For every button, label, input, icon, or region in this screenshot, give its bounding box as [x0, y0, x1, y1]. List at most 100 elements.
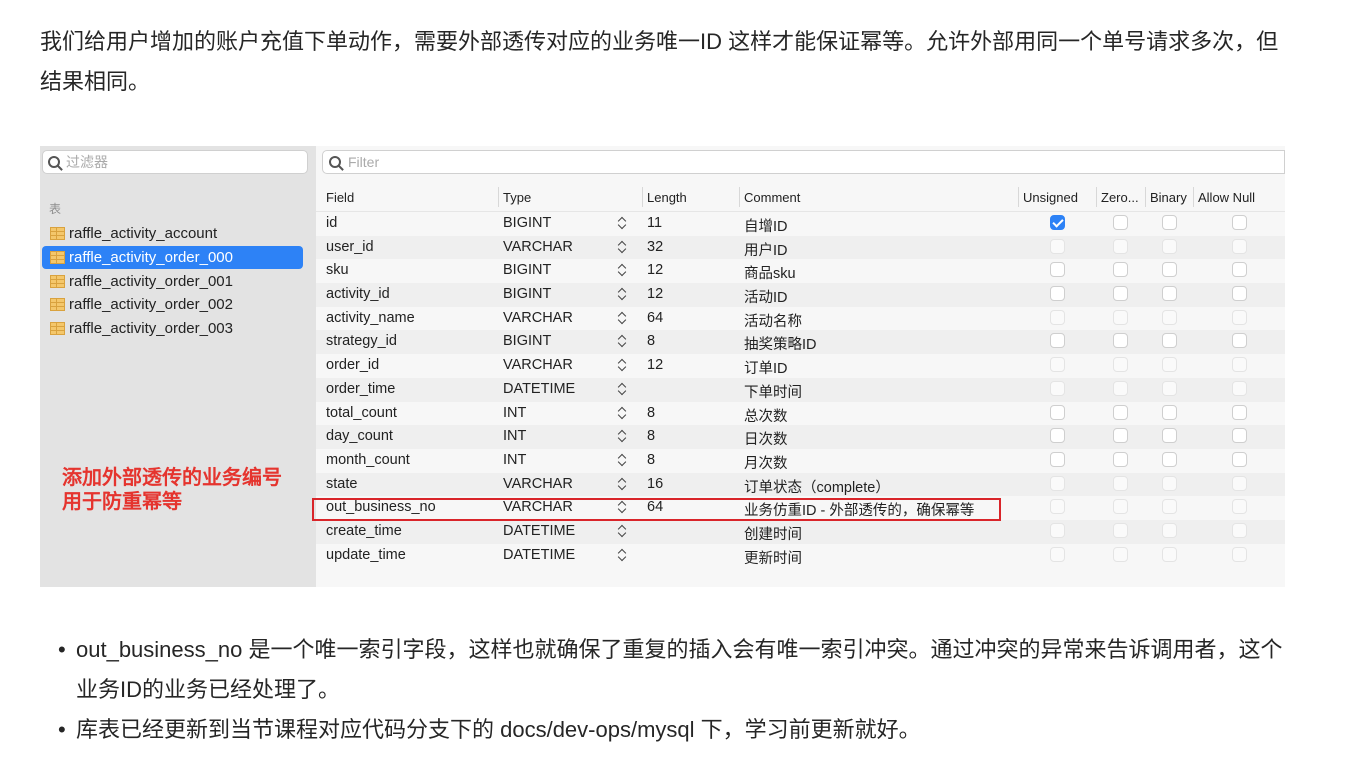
column-header-comment[interactable]: Comment — [744, 190, 800, 205]
comment-cell[interactable]: 订单ID — [744, 357, 788, 378]
table-row[interactable]: out_business_no VARCHAR 64 业务仿重ID - 外部透传的，确… — [316, 496, 1285, 520]
type-cell[interactable]: VARCHAR — [503, 239, 573, 255]
field-filter-input[interactable]: Filter — [322, 150, 1285, 174]
length-cell[interactable]: 8 — [647, 452, 655, 468]
field-name-cell[interactable]: strategy_id — [326, 333, 397, 349]
sidebar-table-item[interactable]: raffle_activity_order_002 — [40, 293, 316, 317]
type-stepper[interactable] — [618, 453, 628, 471]
field-name-cell[interactable]: create_time — [326, 523, 402, 539]
sidebar-table-item[interactable]: raffle_activity_order_000 — [42, 245, 303, 270]
sidebar-table-item[interactable]: raffle_activity_order_001 — [40, 269, 316, 293]
type-stepper[interactable] — [618, 429, 628, 447]
binary-checkbox[interactable] — [1162, 333, 1177, 349]
comment-cell[interactable]: 创建时间 — [744, 523, 802, 544]
type-cell[interactable]: BIGINT — [503, 286, 551, 302]
unsigned-checkbox[interactable] — [1050, 286, 1065, 302]
table-row[interactable]: id BIGINT 11 自增ID — [316, 212, 1285, 236]
table-row[interactable]: total_count INT 8 总次数 — [316, 402, 1285, 426]
comment-cell[interactable]: 订单状态（complete） — [744, 476, 890, 497]
type-stepper[interactable] — [618, 287, 628, 305]
allow-null-checkbox[interactable] — [1232, 546, 1247, 562]
allow-null-checkbox[interactable] — [1232, 215, 1247, 230]
type-cell[interactable]: VARCHAR — [503, 310, 573, 326]
comment-cell[interactable]: 总次数 — [744, 405, 788, 426]
field-name-cell[interactable]: month_count — [326, 452, 410, 468]
unsigned-checkbox[interactable] — [1050, 215, 1065, 230]
type-stepper[interactable] — [618, 334, 628, 352]
type-cell[interactable]: INT — [503, 428, 526, 444]
zerofill-checkbox[interactable] — [1113, 404, 1128, 420]
field-name-cell[interactable]: state — [326, 476, 357, 492]
allow-null-checkbox[interactable] — [1232, 380, 1247, 396]
type-stepper[interactable] — [618, 263, 628, 281]
binary-checkbox[interactable] — [1162, 522, 1177, 538]
field-name-cell[interactable]: order_id — [326, 357, 379, 373]
comment-cell[interactable]: 活动ID — [744, 286, 788, 307]
unsigned-checkbox[interactable] — [1050, 475, 1065, 491]
type-cell[interactable]: BIGINT — [503, 262, 551, 278]
type-stepper[interactable] — [618, 311, 628, 329]
binary-checkbox[interactable] — [1162, 215, 1177, 230]
allow-null-checkbox[interactable] — [1232, 357, 1247, 373]
zerofill-checkbox[interactable] — [1113, 499, 1128, 515]
zerofill-checkbox[interactable] — [1113, 309, 1128, 325]
type-cell[interactable]: BIGINT — [503, 333, 551, 349]
table-row[interactable]: activity_id BIGINT 12 活动ID — [316, 283, 1285, 307]
table-row[interactable]: month_count INT 8 月次数 — [316, 449, 1285, 473]
length-cell[interactable]: 12 — [647, 286, 663, 302]
column-header-binary[interactable]: Binary — [1150, 190, 1187, 205]
allow-null-checkbox[interactable] — [1232, 333, 1247, 349]
unsigned-checkbox[interactable] — [1050, 238, 1065, 254]
allow-null-checkbox[interactable] — [1232, 451, 1247, 467]
column-header-length[interactable]: Length — [647, 190, 687, 205]
comment-cell[interactable]: 抽奖策略ID — [744, 333, 817, 354]
comment-cell[interactable]: 自增ID — [744, 215, 788, 236]
binary-checkbox[interactable] — [1162, 475, 1177, 491]
binary-checkbox[interactable] — [1162, 380, 1177, 396]
zerofill-checkbox[interactable] — [1113, 428, 1128, 444]
column-header-zerofill[interactable]: Zero... — [1101, 190, 1139, 205]
allow-null-checkbox[interactable] — [1232, 309, 1247, 325]
length-cell[interactable]: 64 — [647, 499, 663, 515]
zerofill-checkbox[interactable] — [1113, 451, 1128, 467]
type-stepper[interactable] — [618, 216, 628, 234]
zerofill-checkbox[interactable] — [1113, 215, 1128, 230]
length-cell[interactable]: 8 — [647, 405, 655, 421]
column-header-field[interactable]: Field — [326, 190, 354, 205]
allow-null-checkbox[interactable] — [1232, 475, 1247, 491]
binary-checkbox[interactable] — [1162, 309, 1177, 325]
table-row[interactable]: order_id VARCHAR 12 订单ID — [316, 354, 1285, 378]
type-stepper[interactable] — [618, 382, 628, 400]
length-cell[interactable]: 12 — [647, 357, 663, 373]
zerofill-checkbox[interactable] — [1113, 522, 1128, 538]
table-row[interactable]: state VARCHAR 16 订单状态（complete） — [316, 472, 1285, 497]
length-cell[interactable]: 64 — [647, 310, 663, 326]
allow-null-checkbox[interactable] — [1232, 404, 1247, 420]
allow-null-checkbox[interactable] — [1232, 499, 1247, 515]
binary-checkbox[interactable] — [1162, 499, 1177, 515]
comment-cell[interactable]: 活动名称 — [744, 310, 802, 331]
unsigned-checkbox[interactable] — [1050, 522, 1065, 538]
type-stepper[interactable] — [618, 406, 628, 424]
zerofill-checkbox[interactable] — [1113, 475, 1128, 491]
type-stepper[interactable] — [618, 240, 628, 258]
binary-checkbox[interactable] — [1162, 404, 1177, 420]
field-name-cell[interactable]: total_count — [326, 405, 397, 421]
type-cell[interactable]: DATETIME — [503, 547, 575, 563]
field-name-cell[interactable]: activity_name — [326, 310, 415, 326]
unsigned-checkbox[interactable] — [1050, 357, 1065, 373]
field-name-cell[interactable]: out_business_no — [326, 499, 436, 515]
field-name-cell[interactable]: user_id — [326, 239, 374, 255]
unsigned-checkbox[interactable] — [1050, 451, 1065, 467]
table-row[interactable]: activity_name VARCHAR 64 活动名称 — [316, 307, 1285, 331]
zerofill-checkbox[interactable] — [1113, 333, 1128, 349]
allow-null-checkbox[interactable] — [1232, 522, 1247, 538]
column-header-unsigned[interactable]: Unsigned — [1023, 190, 1078, 205]
comment-cell[interactable]: 业务仿重ID - 外部透传的，确保幂等 — [744, 499, 974, 520]
table-row[interactable]: day_count INT 8 日次数 — [316, 425, 1285, 449]
length-cell[interactable]: 11 — [647, 215, 662, 231]
type-stepper[interactable] — [618, 500, 628, 518]
binary-checkbox[interactable] — [1162, 262, 1177, 278]
comment-cell[interactable]: 商品sku — [744, 262, 796, 283]
type-cell[interactable]: BIGINT — [503, 215, 551, 231]
